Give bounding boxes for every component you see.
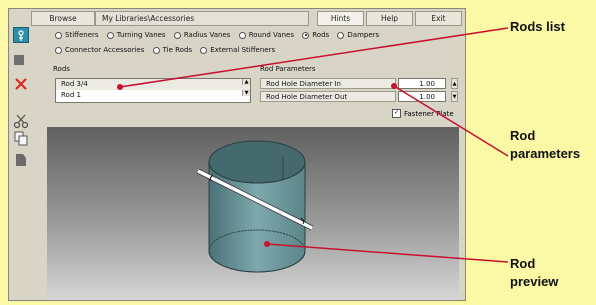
checkbox-box: ✓	[392, 109, 401, 118]
callout-rod-preview-line1: Rod	[510, 256, 536, 271]
rods-heading: Rods	[53, 65, 70, 73]
radio-label: Tie Rods	[162, 46, 193, 54]
stop-icon[interactable]	[14, 55, 24, 65]
param-name-hole-out: Rod Hole Diameter Out	[260, 91, 396, 102]
rod-preview-graphic	[196, 140, 314, 273]
fastener-plate-checkbox[interactable]: ✓ Fastener Plate	[392, 109, 454, 118]
help-button[interactable]: Help	[366, 11, 413, 26]
radio-dot	[238, 31, 246, 39]
category-row-1: Stiffeners Turning Vanes Radius Vanes Ro…	[55, 31, 385, 41]
radio-stiffeners[interactable]: Stiffeners	[55, 31, 99, 39]
dropdown-arrow-icon[interactable]: ▼	[451, 91, 458, 102]
params-heading: Rod Parameters	[260, 65, 316, 73]
radio-label: Stiffeners	[65, 31, 99, 39]
paste-icon[interactable]	[13, 152, 29, 168]
radio-label: Connector Accessories	[65, 46, 145, 54]
callout-rods-list: Rods list	[510, 19, 565, 34]
cut-icon[interactable]	[13, 113, 29, 129]
accessory-select-icon[interactable]	[13, 27, 29, 43]
delete-icon[interactable]	[13, 76, 29, 92]
spin-up-icon[interactable]: ▲	[451, 78, 458, 89]
radio-label: Rods	[312, 31, 330, 39]
category-row-2: Connector Accessories Tie Rods External …	[55, 46, 281, 56]
radio-dot	[106, 31, 114, 39]
list-item[interactable]: Rod 1	[56, 90, 250, 101]
radio-external-stiffeners[interactable]: External Stiffeners	[200, 46, 275, 54]
hints-button[interactable]: Hints	[317, 11, 364, 26]
param-value-hole-out[interactable]: 1.00	[398, 91, 446, 102]
radio-connector-accessories[interactable]: Connector Accessories	[55, 46, 144, 54]
radio-label: Dampers	[347, 31, 380, 39]
radio-tie-rods[interactable]: Tie Rods	[152, 46, 193, 54]
radio-label: External Stiffeners	[210, 46, 276, 54]
radio-dot	[337, 31, 345, 39]
radio-rods[interactable]: Rods	[302, 31, 329, 39]
radio-dampers[interactable]: Dampers	[337, 31, 379, 39]
callout-rod-parameters-line2: parameters	[510, 146, 581, 161]
list-item[interactable]: Rod 3/4	[56, 79, 250, 90]
exit-button[interactable]: Exit	[415, 11, 462, 26]
radio-dot	[55, 46, 62, 54]
radio-label: Turning Vanes	[116, 31, 166, 39]
radio-dot	[152, 46, 160, 54]
param-name-hole-in: Rod Hole Diameter In	[260, 78, 396, 89]
callout-rod-preview-line2: preview	[510, 274, 559, 289]
radio-dot	[302, 31, 310, 39]
browse-button[interactable]: Browse	[31, 11, 95, 26]
radio-label: Radius Vanes	[183, 31, 231, 39]
scroll-up-button[interactable]: ▲	[242, 79, 250, 85]
library-path: My Libraries\Accessories	[95, 11, 309, 26]
scroll-down-button[interactable]: ▼	[242, 90, 250, 96]
radio-dot	[173, 31, 181, 39]
radio-dot	[55, 31, 62, 39]
radio-round-vanes[interactable]: Round Vanes	[238, 31, 294, 39]
callout-rod-parameters-line1: Rod	[510, 128, 536, 143]
radio-dot	[200, 46, 208, 54]
radio-label: Round Vanes	[248, 31, 294, 39]
radio-turning-vanes[interactable]: Turning Vanes	[106, 31, 166, 39]
radio-radius-vanes[interactable]: Radius Vanes	[173, 31, 231, 39]
checkbox-label: Fastener Plate	[404, 109, 454, 118]
param-value-hole-in[interactable]: 1.00	[398, 78, 446, 89]
accessories-window: Browse My Libraries\Accessories Hints He…	[8, 8, 466, 301]
rods-list[interactable]: Rod 3/4 Rod 1 ▲ ▼	[55, 78, 251, 103]
rod-preview[interactable]	[47, 127, 459, 300]
copy-icon[interactable]	[13, 130, 29, 146]
